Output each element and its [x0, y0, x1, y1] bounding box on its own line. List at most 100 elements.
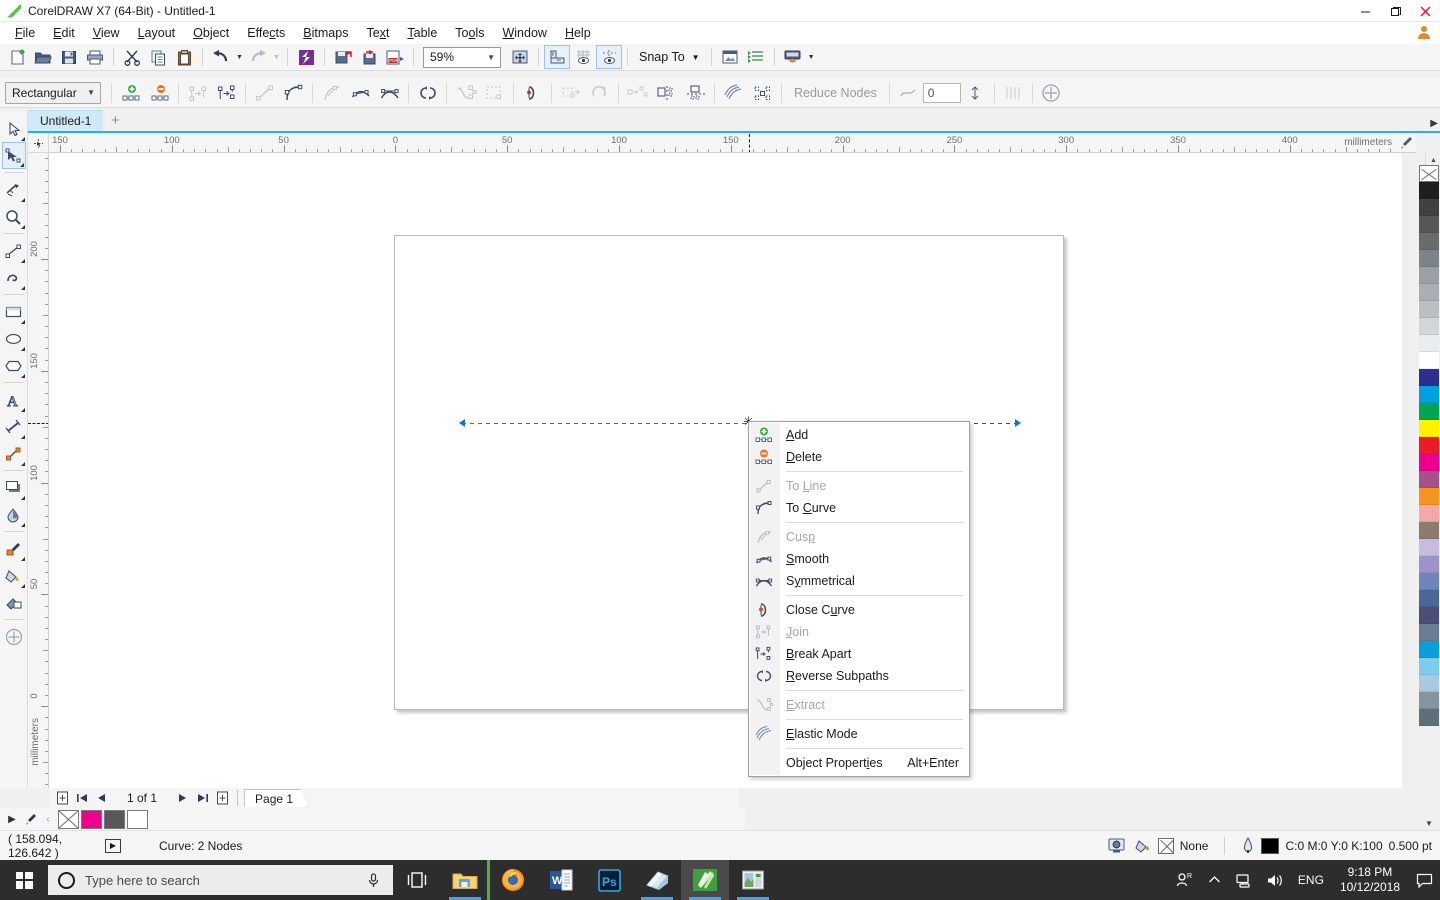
horizontal-ruler[interactable]: 150 100 50 0 50 100 150 200 250 300 350 400 millimet…: [49, 134, 1416, 153]
palette-swatch[interactable]: [1419, 624, 1439, 641]
volume-icon[interactable]: [1260, 860, 1290, 900]
menu-table[interactable]: Table: [398, 23, 446, 43]
spinner-icon[interactable]: [961, 80, 990, 106]
text-tool[interactable]: A: [2, 386, 26, 413]
palette-swatch[interactable]: [1419, 420, 1439, 437]
launcher-dropdown-arrow[interactable]: ▼: [806, 45, 817, 69]
rectangle-tool[interactable]: [2, 298, 26, 325]
close-button[interactable]: [1410, 0, 1440, 22]
firefox-icon[interactable]: [487, 860, 537, 900]
palette-swatch[interactable]: [1419, 437, 1439, 454]
menu-layout[interactable]: Layout: [129, 23, 185, 43]
menu-edit[interactable]: Edit: [44, 23, 84, 43]
minimize-button[interactable]: [1350, 0, 1380, 22]
interactive-fill-tool[interactable]: [2, 589, 26, 616]
palette-swatch[interactable]: [1419, 471, 1439, 488]
palette-swatch[interactable]: [1419, 658, 1439, 675]
palette-swatch[interactable]: [1419, 318, 1439, 335]
palette-swatch[interactable]: [1419, 590, 1439, 607]
extract-subpath-icon[interactable]: [451, 80, 480, 106]
palette-swatch[interactable]: [1419, 641, 1439, 658]
tabbar-overflow-arrow[interactable]: ▶: [1430, 118, 1438, 129]
context-menu-item-cusp[interactable]: Cusp: [749, 526, 969, 548]
export-icon[interactable]: [356, 45, 382, 69]
save-icon[interactable]: [56, 45, 82, 69]
align-nodes-icon[interactable]: [623, 80, 652, 106]
palette-swatch[interactable]: [1419, 709, 1439, 726]
smooth-node-icon[interactable]: [346, 80, 375, 106]
add-node-icon[interactable]: [116, 80, 145, 106]
node-context-menu[interactable]: Add Delete To Line To Curve Cusp Smooth …: [748, 421, 970, 777]
menu-bitmaps[interactable]: Bitmaps: [294, 23, 357, 43]
task-view-icon[interactable]: [393, 860, 441, 900]
language-indicator[interactable]: ENG: [1290, 873, 1332, 887]
drawing-canvas[interactable]: ✳: [49, 153, 1402, 788]
palette-swatch[interactable]: [1419, 216, 1439, 233]
menu-effects[interactable]: Effects: [238, 23, 294, 43]
palette-scroll-left-icon[interactable]: ‹: [40, 810, 56, 828]
redo-icon[interactable]: [245, 45, 271, 69]
ruler-origin-icon[interactable]: [28, 134, 49, 153]
palette-swatch[interactable]: [1419, 284, 1439, 301]
close-curve-icon[interactable]: [518, 80, 547, 106]
cusp-node-icon[interactable]: [317, 80, 346, 106]
reflect-horizontal-icon[interactable]: [652, 80, 681, 106]
polygon-tool[interactable]: [2, 352, 26, 379]
symmetrical-node-icon[interactable]: [375, 80, 404, 106]
drop-shadow-tool[interactable]: [2, 474, 26, 501]
palette-swatch[interactable]: [1419, 182, 1439, 199]
page-tab-page-1[interactable]: Page 1: [244, 789, 308, 807]
vertical-ruler[interactable]: 200 150 100 50 0 millimeters: [28, 153, 49, 788]
palette-swatch-none[interactable]: [1419, 165, 1439, 182]
palette-swatch[interactable]: [1419, 539, 1439, 556]
context-menu-item-join[interactable]: Join: [749, 621, 969, 643]
freehand-tool[interactable]: [2, 237, 26, 264]
delete-node-icon[interactable]: [145, 80, 174, 106]
previous-page-button[interactable]: [93, 789, 111, 807]
swatch-magenta[interactable]: [81, 809, 102, 829]
options-icon[interactable]: [717, 45, 743, 69]
palette-swatch[interactable]: [1419, 386, 1439, 403]
outline-pen-icon[interactable]: [1241, 837, 1255, 854]
palette-swatch[interactable]: [1419, 199, 1439, 216]
context-menu-item-smooth[interactable]: Smooth: [749, 548, 969, 570]
coreldraw-icon[interactable]: [681, 860, 729, 900]
join-nodes-icon[interactable]: [183, 80, 212, 106]
select-all-nodes-icon[interactable]: [748, 80, 777, 106]
publish-pdf-icon[interactable]: PDF: [382, 45, 408, 69]
palette-swatch[interactable]: [1419, 607, 1439, 624]
palette-swatch[interactable]: [1419, 522, 1439, 539]
fill-tool[interactable]: [2, 562, 26, 589]
palette-swatch[interactable]: [1419, 335, 1439, 352]
import-icon[interactable]: [330, 45, 356, 69]
fill-bucket-icon[interactable]: [1135, 838, 1152, 853]
undo-dropdown-arrow[interactable]: ▼: [234, 45, 245, 69]
copy-icon[interactable]: [145, 45, 171, 69]
palette-swatch[interactable]: [1419, 454, 1439, 471]
palette-scroll-down-icon[interactable]: ▼: [1418, 816, 1440, 830]
shape-tool[interactable]: [1, 142, 26, 169]
show-rulers-icon[interactable]: [544, 45, 570, 69]
word-icon[interactable]: W: [537, 860, 585, 900]
context-menu-item-close-curve[interactable]: Close Curve: [749, 599, 969, 621]
palette-swatch[interactable]: [1419, 488, 1439, 505]
palette-swatch[interactable]: [1419, 692, 1439, 709]
new-document-icon[interactable]: [4, 45, 30, 69]
maximize-button[interactable]: [1380, 0, 1410, 22]
swatch-gray[interactable]: [104, 809, 125, 829]
palette-swatch[interactable]: [1419, 675, 1439, 692]
palette-swatch[interactable]: [1419, 233, 1439, 250]
file-explorer-icon[interactable]: [441, 860, 489, 900]
crop-tool[interactable]: [2, 176, 26, 203]
palette-swatch[interactable]: [1419, 403, 1439, 420]
next-page-button[interactable]: [173, 789, 191, 807]
zoom-level-combobox[interactable]: 59% ▼: [423, 46, 501, 68]
curve-smoothness-input[interactable]: 0: [922, 82, 961, 103]
show-grid-icon[interactable]: [570, 45, 596, 69]
context-menu-item-break-apart[interactable]: Break Apart: [749, 643, 969, 665]
show-guides-icon[interactable]: [596, 45, 622, 69]
add-page-after-button[interactable]: [213, 789, 231, 807]
paste-icon[interactable]: [171, 45, 197, 69]
reduce-nodes-label[interactable]: Reduce Nodes: [786, 86, 885, 100]
outline-color-swatch[interactable]: [1261, 837, 1280, 854]
